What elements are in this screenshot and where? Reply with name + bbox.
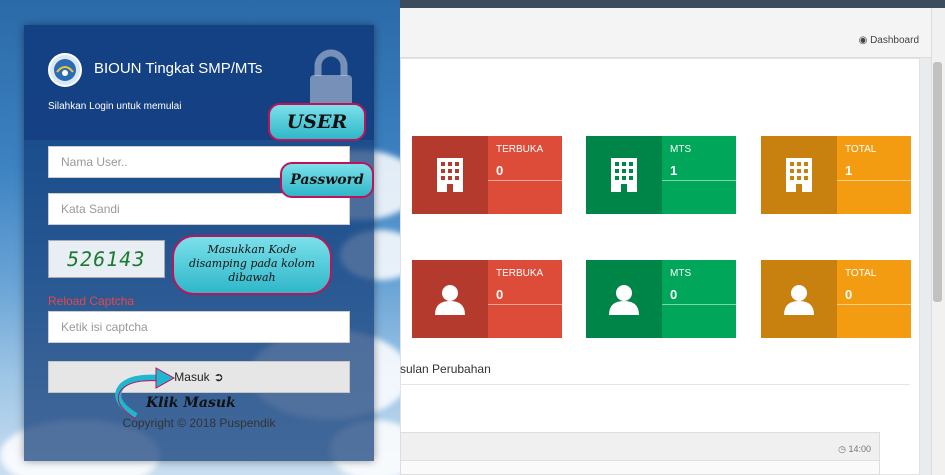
usulan-perubahan-label: sulan Perubahan [400, 362, 491, 376]
clock-icon: ◷ [838, 444, 846, 454]
dashboard-icon: ◉ [858, 35, 868, 46]
login-subtitle: Silahkan Login untuk memulai [48, 101, 182, 112]
user-icon [761, 260, 837, 338]
info-box-terbuka-1[interactable]: TERBUKA 0 [412, 136, 562, 214]
panel-header: ◷ 14:00 [401, 433, 879, 461]
reload-captcha-link[interactable]: Reload Captcha [48, 294, 134, 308]
breadcrumb-dashboard[interactable]: Dashboard [870, 35, 919, 46]
building-icon [761, 136, 837, 214]
timestamp: ◷ 14:00 [838, 444, 871, 455]
curved-arrow-icon [115, 367, 176, 420]
captcha-image: 526143 [48, 240, 165, 278]
captcha-text: 526143 [65, 247, 148, 271]
tut-wuri-logo-icon [48, 53, 82, 87]
info-box-label: TERBUKA [496, 144, 544, 155]
info-box-terbuka-2[interactable]: TERBUKA 0 [412, 260, 562, 338]
info-box-label: TOTAL [845, 144, 877, 155]
info-box-value: 1 [670, 163, 678, 178]
info-box-mts-1[interactable]: MTS 1 [586, 136, 736, 214]
info-box-value: 0 [670, 287, 678, 302]
info-box-mts-2[interactable]: MTS 0 [586, 260, 736, 338]
info-box-total-2[interactable]: TOTAL 0 [761, 260, 911, 338]
user-icon [586, 260, 662, 338]
timeline-panel: ◷ 14:00 [400, 432, 880, 475]
annotation-captcha-line1: Masukkan Kode [207, 243, 297, 256]
divider [400, 384, 910, 385]
app-title: BIOUN Tingkat SMP/MTs [94, 60, 263, 77]
annotation-password: Password [280, 162, 374, 198]
info-box-value: 1 [845, 163, 853, 178]
annotation-user: USER [268, 103, 366, 141]
info-box-label: MTS [670, 144, 692, 155]
user-icon [412, 260, 488, 338]
annotation-klik-masuk: Klik Masuk [146, 395, 236, 411]
info-box-label: TERBUKA [496, 268, 544, 279]
info-box-total-1[interactable]: TOTAL 1 [761, 136, 911, 214]
info-box-value: 0 [496, 163, 504, 178]
info-box-label: TOTAL [845, 268, 877, 279]
building-icon [586, 136, 662, 214]
copyright-text: Copyright © 2018 Puspendik [122, 416, 276, 430]
info-box-label: MTS [670, 268, 692, 279]
sign-in-icon: ➲ [213, 370, 224, 384]
annotation-captcha-line3: dibawah [228, 271, 276, 284]
content-header: ◉ Dashboard [400, 8, 945, 58]
captcha-input[interactable] [48, 311, 350, 343]
building-icon [412, 136, 488, 214]
annotation-captcha: Masukkan Kode disamping pada kolom dibaw… [172, 235, 332, 295]
masuk-label: Masuk [174, 370, 210, 384]
info-box-value: 0 [496, 287, 504, 302]
annotation-captcha-line2: disamping pada kolom [189, 257, 315, 270]
masuk-button[interactable]: Masuk ➲ [48, 361, 350, 393]
breadcrumb[interactable]: ◉ Dashboard [859, 35, 919, 46]
scrollbar-thumb[interactable] [933, 62, 942, 302]
top-navbar [400, 0, 945, 8]
timestamp-value: 14:00 [848, 444, 871, 454]
info-box-value: 0 [845, 287, 853, 302]
